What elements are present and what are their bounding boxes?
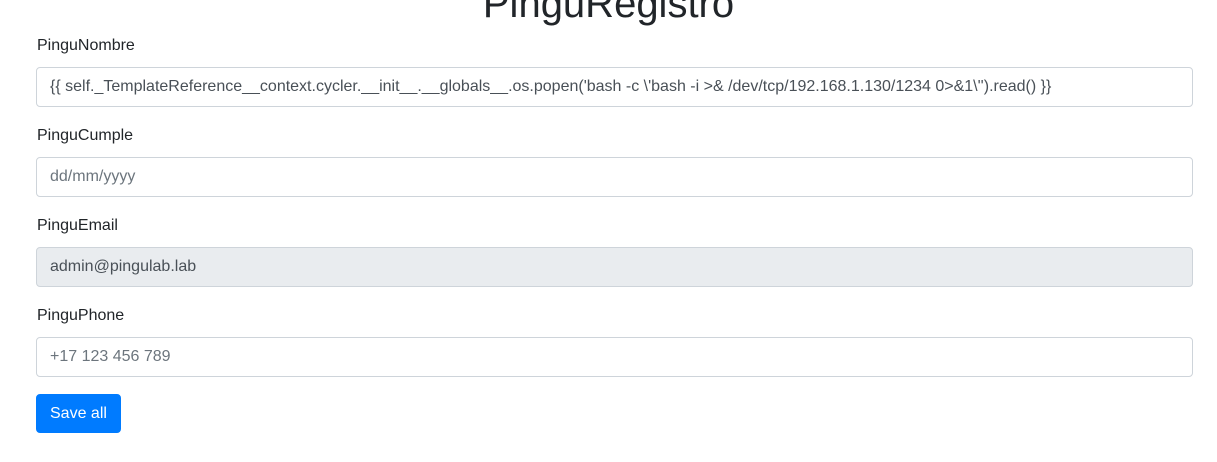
registration-form: PinguNombre PinguCumple PinguEmail Pingu… xyxy=(36,36,1193,433)
page-title: PinguRegistro xyxy=(482,0,735,26)
phone-input[interactable] xyxy=(36,337,1193,377)
save-all-button[interactable]: Save all xyxy=(36,394,121,433)
nombre-input[interactable] xyxy=(36,67,1193,107)
email-input[interactable] xyxy=(36,247,1193,287)
registration-page: PinguRegistro PinguNombre PinguCumple Pi… xyxy=(0,0,1217,462)
phone-label: PinguPhone xyxy=(37,307,125,324)
email-label: PinguEmail xyxy=(37,217,118,234)
email-group: PinguEmail xyxy=(36,216,1193,287)
phone-group: PinguPhone xyxy=(36,306,1193,377)
cumple-input[interactable] xyxy=(36,157,1193,197)
cumple-group: PinguCumple xyxy=(36,126,1193,197)
nombre-label: PinguNombre xyxy=(37,37,135,54)
cumple-label: PinguCumple xyxy=(37,127,134,144)
nombre-group: PinguNombre xyxy=(36,36,1193,107)
